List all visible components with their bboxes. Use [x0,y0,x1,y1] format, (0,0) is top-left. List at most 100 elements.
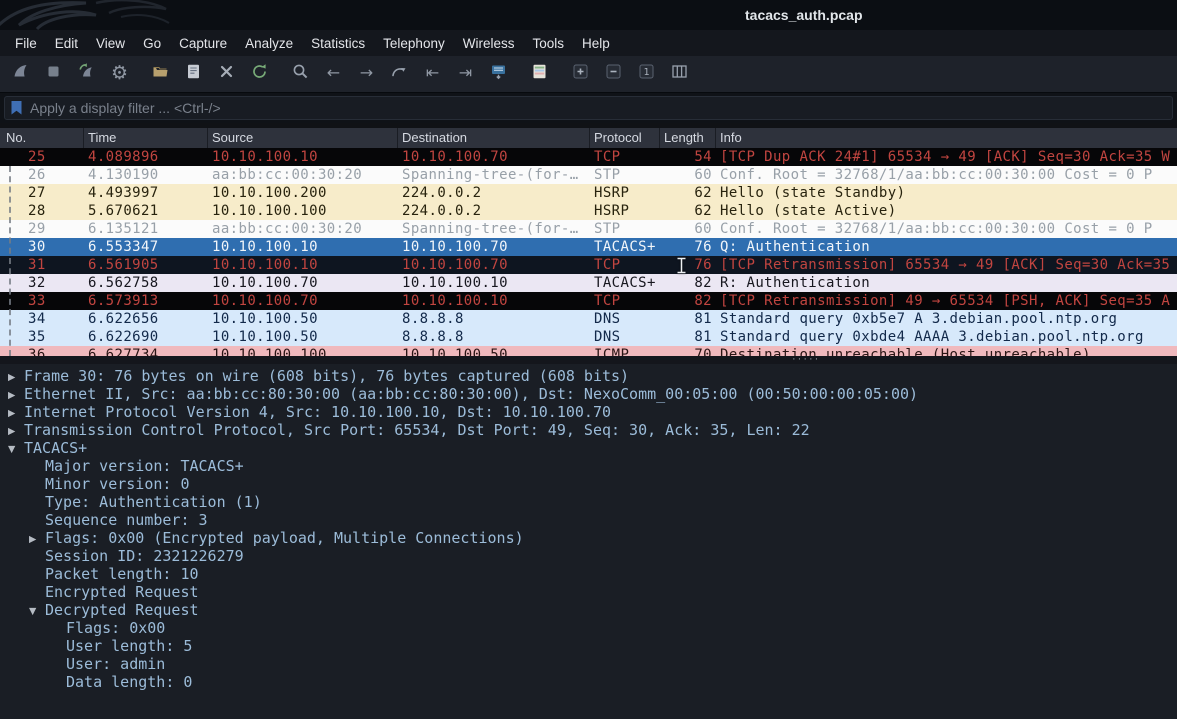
packet-list: 254.08989610.10.100.1010.10.100.70TCP54[… [0,148,1177,356]
zoom-in-button[interactable] [567,61,594,88]
cell-protocol: TCP [590,148,660,166]
packet-row-33[interactable]: 336.57391310.10.100.7010.10.100.10TCP82[… [0,292,1177,310]
column-header-length[interactable]: Length [660,128,716,148]
cell-destination: 10.10.100.50 [398,346,590,356]
detail-line-6[interactable]: Minor version: 0 [0,475,1177,493]
column-header-time[interactable]: Time [84,128,208,148]
zoom-in-icon [571,62,590,86]
go-back-button[interactable]: ← [320,61,347,88]
menu-item-edit[interactable]: Edit [46,32,87,55]
chevron-right-icon[interactable]: ▶ [8,405,24,423]
cell-no: 31 [0,256,84,274]
stop-capture-button[interactable] [40,61,67,88]
detail-line-1[interactable]: ▶Ethernet II, Src: aa:bb:cc:80:30:00 (aa… [0,385,1177,403]
detail-line-11[interactable]: Packet length: 10 [0,565,1177,583]
arrow-jump-icon [390,62,409,86]
chevron-down-icon[interactable]: ▼ [8,441,24,459]
packet-row-31[interactable]: 316.56190510.10.100.1010.10.100.70TCP76[… [0,256,1177,274]
pane-splitter[interactable]: ····· [0,356,1177,364]
detail-line-13[interactable]: ▼Decrypted Request [0,601,1177,619]
menu-item-tools[interactable]: Tools [523,32,573,55]
detail-line-7[interactable]: Type: Authentication (1) [0,493,1177,511]
menu-item-analyze[interactable]: Analyze [236,32,302,55]
cell-destination: 10.10.100.10 [398,274,590,292]
zoom-normal-button[interactable]: 1 [633,61,660,88]
detail-line-8[interactable]: Sequence number: 3 [0,511,1177,529]
go-last-packet-button[interactable]: ⇥ [452,61,479,88]
auto-scroll-button[interactable] [485,61,512,88]
cell-length: 76 [660,256,716,274]
column-header-destination[interactable]: Destination [398,128,590,148]
detail-line-14[interactable]: Flags: 0x00 [0,619,1177,637]
cell-protocol: TACACS+ [590,238,660,256]
start-capture-button[interactable] [7,61,34,88]
detail-line-3[interactable]: ▶Transmission Control Protocol, Src Port… [0,421,1177,439]
detail-line-10[interactable]: Session ID: 2321226279 [0,547,1177,565]
detail-line-5[interactable]: Major version: TACACS+ [0,457,1177,475]
packet-row-34[interactable]: 346.62265610.10.100.508.8.8.8DNS81Standa… [0,310,1177,328]
reload-capture-file-button[interactable] [246,61,273,88]
detail-line-15[interactable]: User length: 5 [0,637,1177,655]
chevron-right-icon[interactable]: ▶ [8,369,24,387]
go-first-packet-button[interactable]: ⇤ [419,61,446,88]
detail-line-2[interactable]: ▶Internet Protocol Version 4, Src: 10.10… [0,403,1177,421]
go-to-packet-button[interactable] [386,61,413,88]
save-capture-file-button[interactable] [180,61,207,88]
colorize-packets-button[interactable] [526,61,553,88]
packet-row-27[interactable]: 274.49399710.10.100.200224.0.0.2HSRP62He… [0,184,1177,202]
column-header-no[interactable]: No. [0,128,84,148]
detail-line-17[interactable]: Data length: 0 [0,673,1177,691]
find-packet-button[interactable] [287,61,314,88]
packet-row-26[interactable]: 264.130190aa:bb:cc:00:30:20Spanning-tree… [0,166,1177,184]
menu-item-telephony[interactable]: Telephony [374,32,454,55]
detail-line-16[interactable]: User: admin [0,655,1177,673]
column-header-info[interactable]: Info [716,128,1177,148]
go-forward-button[interactable]: → [353,61,380,88]
cell-time: 4.089896 [84,148,208,166]
column-header-protocol[interactable]: Protocol [590,128,660,148]
cell-time: 6.135121 [84,220,208,238]
menu-item-capture[interactable]: Capture [170,32,236,55]
related-packets-spine [9,166,11,356]
detail-line-4[interactable]: ▼TACACS+ [0,439,1177,457]
packet-row-32[interactable]: 326.56275810.10.100.7010.10.100.10TACACS… [0,274,1177,292]
detail-line-9[interactable]: ▶Flags: 0x00 (Encrypted payload, Multipl… [0,529,1177,547]
resize-columns-button[interactable] [666,61,693,88]
zoom-out-button[interactable] [600,61,627,88]
packet-row-36[interactable]: 366.62773410.10.100.10010.10.100.50ICMP7… [0,346,1177,356]
packet-row-28[interactable]: 285.67062110.10.100.100224.0.0.2HSRP62He… [0,202,1177,220]
capture-options-button[interactable]: ⚙ [106,61,133,88]
cell-time: 4.493997 [84,184,208,202]
detail-line-0[interactable]: ▶Frame 30: 76 bytes on wire (608 bits), … [0,367,1177,385]
menu-item-file[interactable]: File [6,32,46,55]
menu-item-wireless[interactable]: Wireless [454,32,524,55]
menu-item-statistics[interactable]: Statistics [302,32,374,55]
window-title: tacacs_auth.pcap [745,7,863,23]
cell-length: 81 [660,328,716,346]
detail-line-12[interactable]: Encrypted Request [0,583,1177,601]
packet-row-29[interactable]: 296.135121aa:bb:cc:00:30:20Spanning-tree… [0,220,1177,238]
detail-text: Major version: TACACS+ [45,457,244,475]
splitter-handle-icon[interactable]: ····· [792,355,820,363]
packet-row-30[interactable]: 306.55334710.10.100.1010.10.100.70TACACS… [0,238,1177,256]
cell-destination: Spanning-tree-(for-… [398,166,590,184]
display-filter-input[interactable]: Apply a display filter ... <Ctrl-/> [4,96,1173,120]
restart-capture-button[interactable] [73,61,100,88]
menu-item-view[interactable]: View [87,32,134,55]
detail-text: Packet length: 10 [45,565,199,583]
close-capture-file-button[interactable] [213,61,240,88]
chevron-down-icon[interactable]: ▼ [29,603,45,621]
cell-protocol: TACACS+ [590,274,660,292]
chevron-right-icon[interactable]: ▶ [29,531,45,549]
menu-item-help[interactable]: Help [573,32,619,55]
chevron-right-icon[interactable]: ▶ [8,387,24,405]
open-capture-file-button[interactable] [147,61,174,88]
packet-row-35[interactable]: 356.62269010.10.100.508.8.8.8DNS81Standa… [0,328,1177,346]
cell-source: 10.10.100.70 [208,292,398,310]
menu-item-go[interactable]: Go [134,32,170,55]
packet-row-25[interactable]: 254.08989610.10.100.1010.10.100.70TCP54[… [0,148,1177,166]
bookmark-icon[interactable] [10,100,23,116]
column-header-source[interactable]: Source [208,128,398,148]
cell-length: 81 [660,310,716,328]
chevron-right-icon[interactable]: ▶ [8,423,24,441]
